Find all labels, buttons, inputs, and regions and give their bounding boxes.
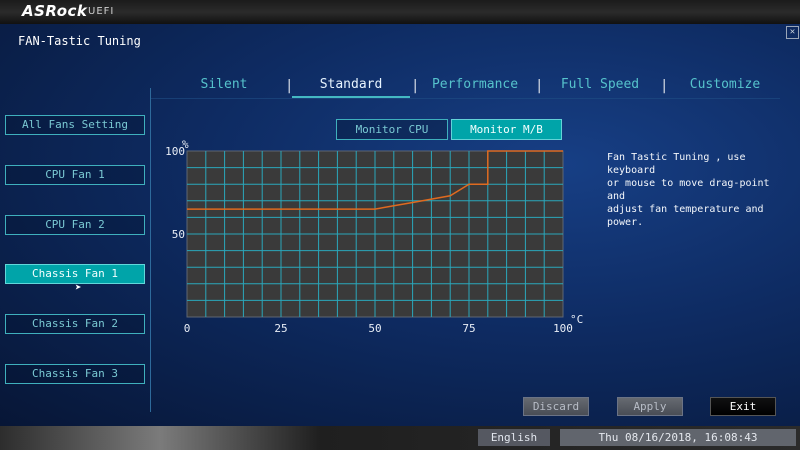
close-icon[interactable]: ✕ [786,26,799,39]
page-title: FAN-Tastic Tuning [18,34,141,48]
tab-full-speed[interactable]: Full Speed [543,77,657,92]
cpu-fan-2-button[interactable]: CPU Fan 2 [5,215,145,235]
sidebar-divider [150,88,151,412]
discard-button[interactable]: Discard [523,397,589,416]
tab-standard[interactable]: Standard [292,77,410,92]
language-selector[interactable]: English [478,429,550,446]
exit-button[interactable]: Exit [710,397,776,416]
mouse-cursor-icon: ➤ [75,281,82,294]
y-unit-label: % [182,138,189,151]
fan-curve-chart[interactable]: 0 25 50 75 100 50100 °C % [160,136,590,346]
tab-divider [150,98,780,99]
date-time-display: Thu 08/16/2018, 16:08:43 [560,429,796,446]
tab-silent[interactable]: Silent [172,77,276,92]
x-unit-label: °C [570,313,583,326]
cpu-fan-1-button[interactable]: CPU Fan 1 [5,165,145,185]
grid-lines [187,151,563,317]
x-tick-label: 50 [368,322,381,335]
uefi-label: UEFI [88,6,115,17]
tab-performance[interactable]: Performance [418,77,532,92]
x-tick-label: 75 [462,322,475,335]
x-tick-label: 0 [184,322,191,335]
apply-button[interactable]: Apply [617,397,683,416]
chassis-fan-2-button[interactable]: Chassis Fan 2 [5,314,145,334]
y-tick-labels: 50100 [165,145,185,241]
help-description: Fan Tastic Tuning , use keyboard or mous… [607,152,770,228]
all-fans-setting-button[interactable]: All Fans Setting [5,115,145,135]
tab-customize[interactable]: Customize [667,77,783,92]
top-bar: ASRock UEFI [0,0,800,24]
y-tick-label: 50 [172,228,185,241]
chassis-fan-3-button[interactable]: Chassis Fan 3 [5,364,145,384]
x-tick-labels: 0 25 50 75 100 [184,322,573,335]
asrock-logo: ASRock [22,2,88,20]
x-tick-label: 25 [274,322,287,335]
